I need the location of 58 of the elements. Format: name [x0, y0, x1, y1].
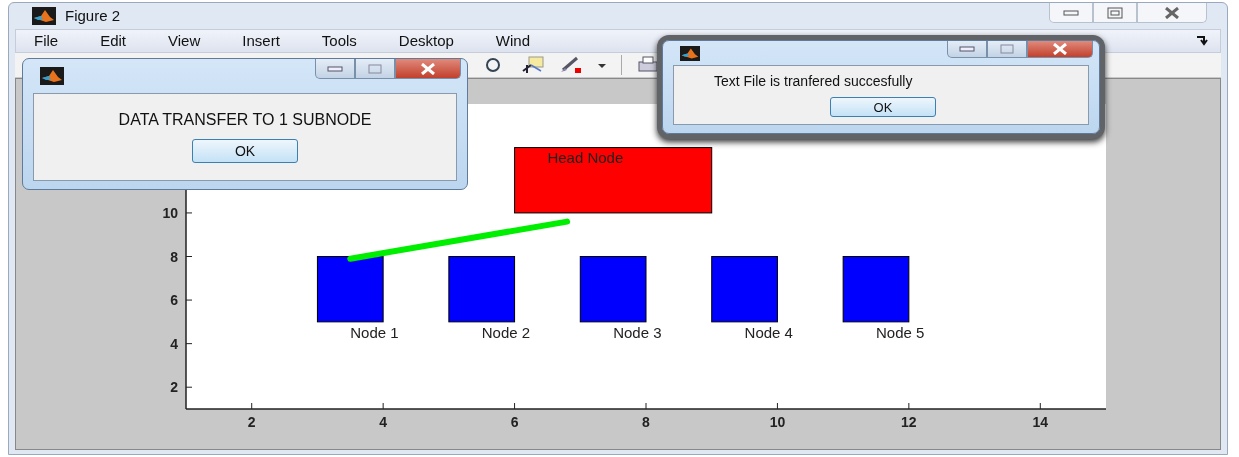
minimize-icon	[327, 65, 343, 72]
brush-icon[interactable]	[559, 55, 583, 75]
tick-label: 6	[510, 414, 519, 430]
logo-icon	[39, 67, 65, 85]
close-icon	[1051, 43, 1069, 55]
ok-button[interactable]: OK	[830, 97, 936, 117]
maximize-icon	[367, 62, 383, 75]
printer-icon[interactable]	[636, 55, 660, 75]
node-block	[448, 256, 516, 323]
tick-label: 2	[170, 379, 178, 396]
tick-label: 8	[642, 414, 650, 430]
node-block	[316, 256, 384, 323]
minimize-icon	[959, 46, 975, 52]
maximize-button[interactable]	[355, 59, 395, 79]
menu-item[interactable]: File	[34, 32, 59, 50]
minimize-icon	[1063, 9, 1079, 16]
logo-icon	[679, 45, 701, 61]
menu-item[interactable]: Edit	[100, 32, 127, 50]
menu-item[interactable]: Insert	[242, 32, 280, 50]
window-title: Figure 2	[65, 7, 121, 25]
dialog-message: DATA TRANSFER TO 1 SUBNODE	[118, 111, 372, 129]
dock-arrow-icon[interactable]	[1196, 34, 1210, 47]
node-label: Node 1	[350, 323, 399, 341]
node-label: Node 3	[613, 323, 662, 341]
tick-label: 4	[379, 414, 388, 430]
data-cursor-icon[interactable]	[521, 55, 545, 75]
close-button[interactable]	[1137, 3, 1207, 23]
node-label: Node 5	[876, 323, 925, 341]
tick-label: 10	[769, 414, 786, 430]
node-label: Head Node	[547, 149, 624, 167]
tick-label: 12	[901, 414, 917, 430]
tick-label: 4	[170, 335, 178, 352]
tick-label: 10	[162, 204, 178, 221]
close-icon	[419, 62, 437, 75]
node-label: Node 4	[744, 323, 793, 341]
menu-item[interactable]: Wind	[495, 32, 531, 50]
tick-label: 8	[170, 248, 178, 265]
menu-item[interactable]: Tools	[321, 32, 357, 50]
ok-button[interactable]: OK	[192, 139, 298, 163]
node-block	[842, 256, 910, 323]
close-button[interactable]	[395, 59, 461, 79]
minimize-button[interactable]	[947, 41, 987, 58]
tick-label: 14	[1032, 414, 1049, 430]
minimize-button[interactable]	[315, 59, 355, 79]
tick-label: 6	[170, 292, 178, 309]
logo-icon	[31, 6, 57, 25]
dialog-message: Text File is tranfered succesfully	[714, 73, 913, 89]
maximize-icon	[999, 43, 1015, 55]
maximize-icon	[1107, 6, 1123, 19]
tick-label: 2	[247, 414, 256, 430]
close-button[interactable]	[1027, 41, 1093, 58]
menu-item[interactable]: Desktop	[398, 32, 454, 50]
menu-item[interactable]: View	[168, 32, 201, 50]
node-label: Node 2	[481, 323, 531, 341]
maximize-button[interactable]	[987, 41, 1027, 58]
node-block	[579, 256, 647, 323]
close-icon	[1163, 6, 1181, 19]
node-block	[711, 256, 778, 323]
